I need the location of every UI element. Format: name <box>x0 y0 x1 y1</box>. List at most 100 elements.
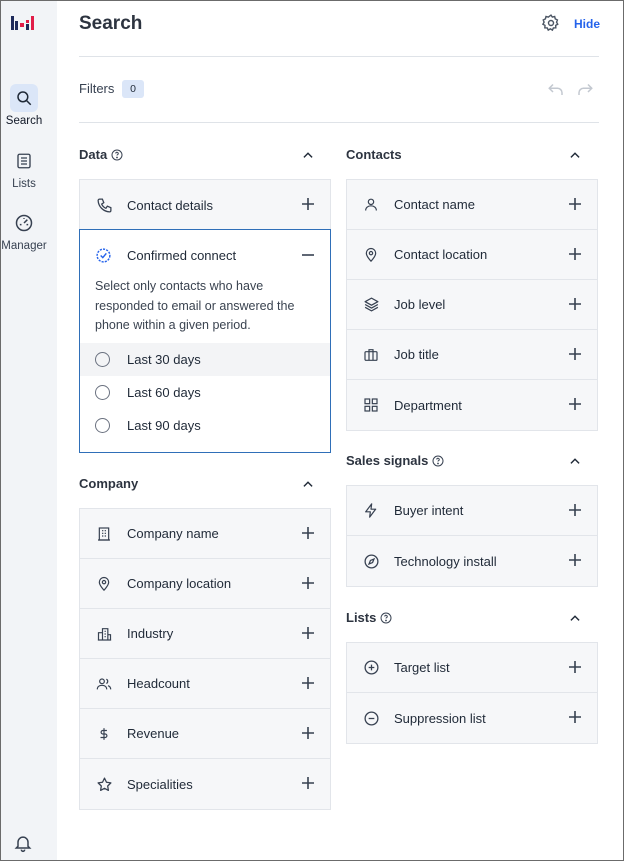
plus-icon[interactable] <box>568 297 582 311</box>
search-icon <box>10 84 38 112</box>
divider <box>79 56 599 57</box>
filter-label: Target list <box>394 660 450 675</box>
chevron-up-icon[interactable] <box>301 478 315 490</box>
plus-icon[interactable] <box>568 660 582 674</box>
list-icon <box>10 147 38 175</box>
plus-icon[interactable] <box>301 776 315 790</box>
lists-filter-list: Target list Suppression list <box>346 642 598 744</box>
help-icon[interactable] <box>111 149 123 161</box>
sidebar: Search Lists Manager <box>1 1 57 860</box>
filter-company-location[interactable]: Company location <box>80 559 330 609</box>
filter-label: Revenue <box>127 726 180 741</box>
section-header-sales-signals[interactable]: Sales signals <box>346 453 444 468</box>
phone-icon <box>95 196 113 214</box>
filter-target-list[interactable]: Target list <box>347 643 597 693</box>
help-icon[interactable] <box>380 612 392 624</box>
filter-buyer-intent[interactable]: Buyer intent <box>347 486 597 536</box>
chevron-up-icon[interactable] <box>568 612 582 624</box>
radio-option[interactable]: Last 90 days <box>80 409 330 442</box>
filter-label: Headcount <box>127 676 190 691</box>
filter-label: Company location <box>127 576 232 591</box>
section-title: Company <box>79 476 139 491</box>
plus-icon[interactable] <box>568 553 582 567</box>
minus-icon[interactable] <box>301 248 315 262</box>
filter-suppression-list[interactable]: Suppression list <box>347 693 597 743</box>
plus-icon[interactable] <box>568 347 582 361</box>
plus-icon[interactable] <box>301 576 315 590</box>
plus-icon[interactable] <box>568 710 582 724</box>
app-logo[interactable] <box>10 13 40 33</box>
radio-label: Last 30 days <box>127 351 201 367</box>
plus-icon[interactable] <box>568 397 582 411</box>
help-icon[interactable] <box>432 455 444 467</box>
filter-contact-details[interactable]: Contact details <box>80 180 330 230</box>
filter-specialities[interactable]: Specialities <box>80 759 330 809</box>
filter-contact-location[interactable]: Contact location <box>347 230 597 280</box>
dashboard-icon <box>10 209 38 237</box>
plus-icon[interactable] <box>301 526 315 540</box>
filter-label: Suppression list <box>394 710 486 726</box>
radio-option[interactable]: Last 30 days <box>80 342 330 376</box>
filter-label: Industry <box>127 626 174 641</box>
filter-revenue[interactable]: Revenue <box>80 709 330 759</box>
divider <box>79 122 599 123</box>
nav-lists[interactable]: Lists <box>1 147 47 190</box>
radio-button[interactable] <box>95 384 110 400</box>
filter-label: Technology install <box>394 553 497 569</box>
confirmed-connect-description: Select only contacts who have responded … <box>95 279 295 332</box>
minus-circle-icon <box>362 709 380 727</box>
hide-button[interactable]: Hide <box>574 17 600 31</box>
location-pin-icon <box>95 575 113 593</box>
layers-icon <box>362 296 380 314</box>
building-icon <box>95 525 113 543</box>
filters-label: Filters <box>79 81 115 96</box>
radio-button[interactable] <box>95 417 110 433</box>
filter-job-title[interactable]: Job title <box>347 330 597 380</box>
radio-option[interactable]: Last 60 days <box>80 376 330 409</box>
bell-icon[interactable] <box>13 833 33 853</box>
nav-manager[interactable]: Manager <box>1 209 47 252</box>
nav-search[interactable]: Search <box>1 84 47 127</box>
location-pin-icon <box>362 246 380 264</box>
verified-icon <box>95 246 113 264</box>
filter-label: Department <box>394 397 462 413</box>
data-filter-list: Contact details <box>79 179 331 230</box>
section-header-lists[interactable]: Lists <box>346 610 392 625</box>
plus-icon[interactable] <box>301 626 315 640</box>
undo-icon[interactable] <box>547 81 565 97</box>
filter-label: Contact name <box>394 197 475 212</box>
plus-icon[interactable] <box>568 503 582 517</box>
filter-job-level[interactable]: Job level <box>347 280 597 330</box>
filter-label: Contact location <box>394 247 488 262</box>
redo-icon[interactable] <box>576 81 594 97</box>
briefcase-icon <box>362 346 380 364</box>
lightning-icon <box>362 502 380 520</box>
user-icon <box>362 196 380 214</box>
filter-company-name[interactable]: Company name <box>80 509 330 559</box>
filter-label: Job level <box>394 297 446 312</box>
gear-icon[interactable] <box>541 13 561 33</box>
company-filter-list: Company name Company location Industry H… <box>79 508 331 810</box>
plus-icon[interactable] <box>301 676 315 690</box>
chevron-up-icon[interactable] <box>568 455 582 467</box>
filter-label: Job title <box>394 347 439 362</box>
filter-headcount[interactable]: Headcount <box>80 659 330 709</box>
confirmed-connect-header[interactable]: Confirmed connect <box>80 230 330 280</box>
grid-icon <box>362 396 380 414</box>
radio-button[interactable] <box>95 351 110 367</box>
chevron-up-icon[interactable] <box>301 149 315 161</box>
nav-manager-label: Manager <box>1 240 47 252</box>
plus-icon[interactable] <box>301 197 315 211</box>
section-header-company[interactable]: Company <box>79 476 138 491</box>
section-header-data[interactable]: Data <box>79 147 123 162</box>
filter-department[interactable]: Department <box>347 380 597 430</box>
dollar-icon <box>95 725 113 743</box>
plus-icon[interactable] <box>568 197 582 211</box>
section-header-contacts[interactable]: Contacts <box>346 147 402 162</box>
filter-industry[interactable]: Industry <box>80 609 330 659</box>
plus-icon[interactable] <box>568 247 582 261</box>
filter-technology-install[interactable]: Technology install <box>347 536 597 586</box>
filter-contact-name[interactable]: Contact name <box>347 180 597 230</box>
plus-icon[interactable] <box>301 726 315 740</box>
chevron-up-icon[interactable] <box>568 149 582 161</box>
